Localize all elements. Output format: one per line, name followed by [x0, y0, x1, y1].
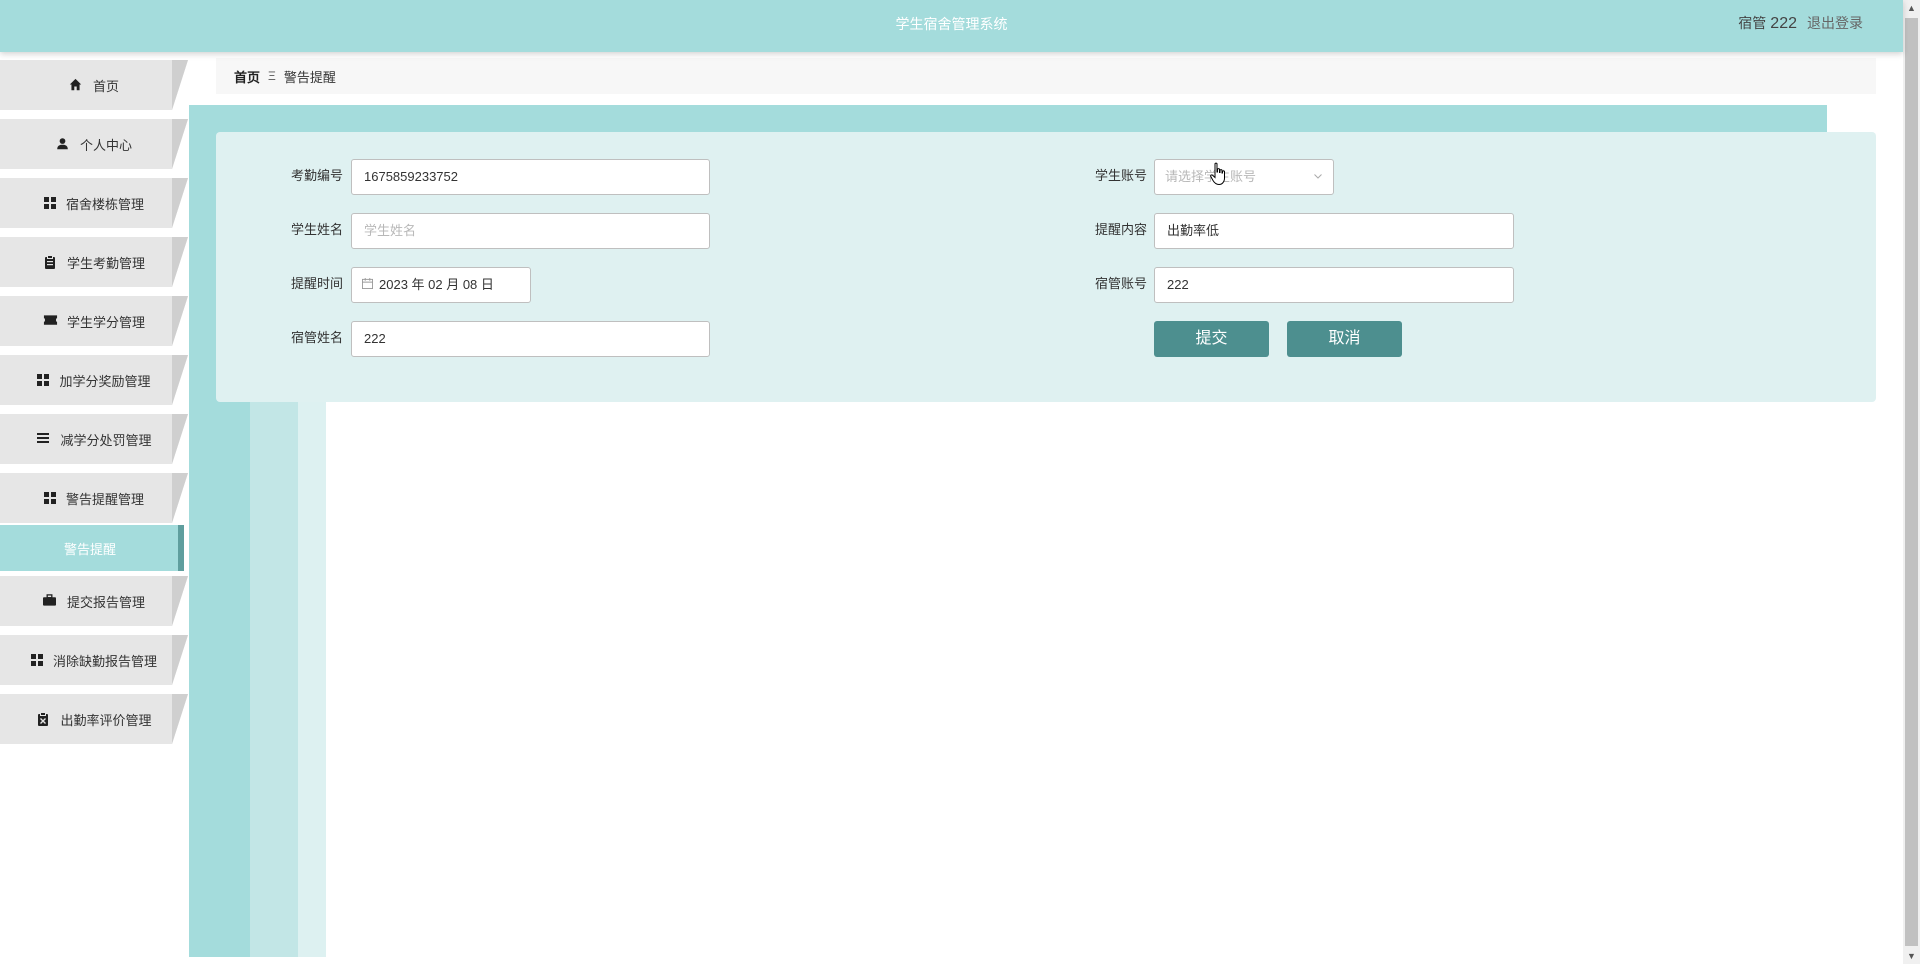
- manager-account-input[interactable]: 222: [1154, 267, 1514, 303]
- sidebar-item-attendance[interactable]: 学生考勤管理: [0, 237, 188, 287]
- ticket-icon: [43, 314, 58, 328]
- list-icon: [36, 432, 50, 446]
- student-name-input[interactable]: 学生姓名: [351, 213, 710, 249]
- scroll-up-arrow-icon[interactable]: ▲: [1903, 0, 1920, 16]
- grid-icon: [37, 374, 50, 386]
- decor-corner: [1827, 105, 1903, 135]
- sidebar-item-dorm-building[interactable]: 宿舍楼栋管理: [0, 178, 188, 228]
- grid-icon: [30, 654, 43, 666]
- sidebar-item-label: 提交报告管理: [66, 594, 145, 610]
- user-role: 宿管: [1738, 15, 1767, 31]
- sidebar-item-label: 消除缺勤报告管理: [52, 653, 157, 669]
- sidebar-item-add-credit-reward[interactable]: 加学分奖励管理: [0, 355, 188, 405]
- sidebar-item-label: 学生考勤管理: [66, 255, 145, 271]
- sidebar-item-label: 加学分奖励管理: [59, 373, 151, 389]
- remind-time-label: 提醒时间: [290, 276, 343, 291]
- app-title: 学生宿舍管理系统: [895, 16, 1008, 32]
- chevron-down-icon: [1313, 160, 1323, 194]
- sidebar-item-absence-removal[interactable]: 消除缺勤报告管理: [0, 635, 188, 685]
- sidebar-item-label: 个人中心: [79, 137, 132, 153]
- student-account-select[interactable]: 请选择学生账号: [1154, 159, 1334, 195]
- scrollbar-thumb[interactable]: [1905, 18, 1918, 946]
- user-area: 宿管 222 退出登录: [1738, 0, 1863, 48]
- breadcrumb-separator-icon: Ξ: [268, 69, 276, 83]
- remind-time-value: 2023 年 02 月 08 日: [379, 277, 494, 292]
- scroll-down-arrow-icon[interactable]: ▼: [1903, 948, 1920, 964]
- logout-link[interactable]: 退出登录: [1807, 15, 1863, 31]
- sidebar-item-label: 出勤率评价管理: [60, 712, 152, 728]
- briefcase-icon: [43, 594, 57, 608]
- sidebar-subitem-warning[interactable]: 警告提醒: [0, 525, 188, 571]
- content-blank-area: [326, 400, 1903, 957]
- sidebar-item-profile[interactable]: 个人中心: [0, 119, 188, 169]
- cancel-button[interactable]: 取消: [1287, 321, 1402, 357]
- remind-content-input[interactable]: 出勤率低: [1154, 213, 1514, 249]
- user-icon: [56, 137, 70, 151]
- sidebar-item-home[interactable]: 首页: [0, 60, 188, 110]
- student-name-label: 学生姓名: [290, 222, 343, 237]
- breadcrumb-home[interactable]: 首页: [234, 67, 260, 86]
- sidebar-item-label: 警告提醒: [64, 541, 117, 557]
- breadcrumb: 首页 Ξ 警告提醒: [216, 58, 1876, 94]
- sidebar-item-label: 警告提醒管理: [65, 491, 144, 507]
- sidebar-item-attendance-evaluation[interactable]: 出勤率评价管理: [0, 694, 188, 744]
- calendar-icon: [362, 268, 373, 302]
- sidebar-item-label: 首页: [92, 78, 119, 94]
- attendance-no-label: 考勤编号: [290, 168, 343, 183]
- sidebar-item-warning-management[interactable]: 警告提醒管理: [0, 473, 188, 523]
- student-account-label: 学生账号: [1094, 168, 1147, 183]
- clipboard-icon: [43, 255, 57, 269]
- sidebar-item-report-submit[interactable]: 提交报告管理: [0, 576, 188, 626]
- decor-band-mid: [250, 400, 298, 957]
- sidebar-item-deduct-credit-penalty[interactable]: 减学分处罚管理: [0, 414, 188, 464]
- manager-name-label: 宿管姓名: [290, 330, 343, 345]
- hand-cursor-icon: [1210, 162, 1228, 186]
- remind-time-datepicker[interactable]: 2023 年 02 月 08 日: [351, 267, 531, 303]
- sidebar-item-credits[interactable]: 学生学分管理: [0, 296, 188, 346]
- submit-button[interactable]: 提交: [1154, 321, 1269, 357]
- manager-name-input[interactable]: 222: [351, 321, 710, 357]
- clipboard-x-icon: [36, 712, 50, 726]
- top-header: 学生宿舍管理系统 宿管 222 退出登录: [0, 0, 1903, 52]
- attendance-no-input[interactable]: 1675859233752: [351, 159, 710, 195]
- sidebar-item-label: 宿舍楼栋管理: [65, 196, 144, 212]
- user-id: 222: [1770, 15, 1797, 32]
- home-icon: [69, 78, 83, 92]
- grid-icon: [43, 197, 56, 209]
- remind-content-label: 提醒内容: [1094, 222, 1147, 237]
- breadcrumb-current: 警告提醒: [283, 69, 336, 85]
- sidebar: 首页 个人中心 宿舍楼栋管理 学生考勤管理 学生学分管理 加学分奖励管理 减学分…: [0, 52, 189, 964]
- sidebar-item-label: 减学分处罚管理: [60, 432, 152, 448]
- grid-icon: [43, 492, 56, 504]
- sidebar-item-label: 学生学分管理: [66, 314, 145, 330]
- decor-band-light: [298, 400, 326, 957]
- manager-account-label: 宿管账号: [1094, 276, 1147, 291]
